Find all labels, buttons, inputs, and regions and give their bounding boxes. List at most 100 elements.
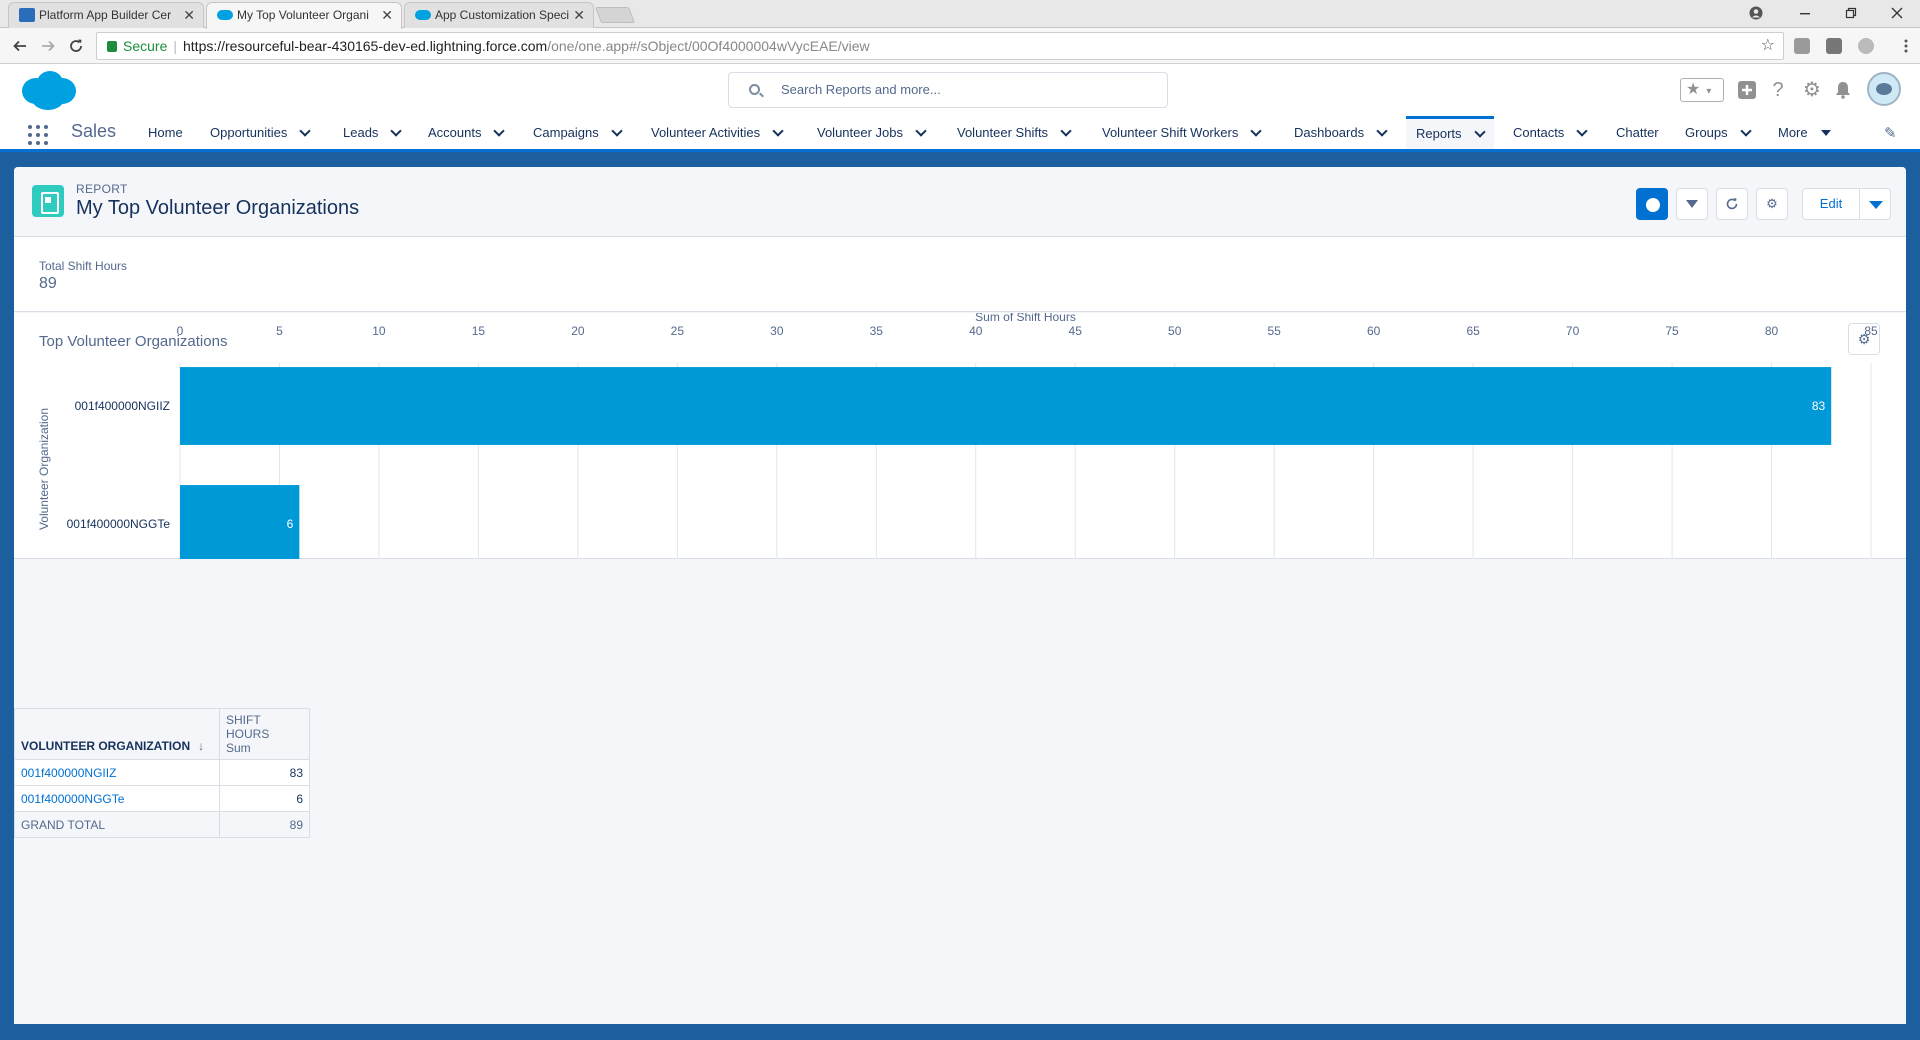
x-tick-label: 40 <box>969 324 983 338</box>
edit-button[interactable]: Edit <box>1802 188 1860 220</box>
x-tick-label: 5 <box>276 324 283 338</box>
nav-item-label: Contacts <box>1513 125 1565 140</box>
report-table: VOLUNTEER ORGANIZATION ↓ SHIFT HOURS Sum 0… <box>14 708 310 838</box>
x-tick-label: 30 <box>770 324 784 338</box>
restore-window-icon[interactable] <box>1828 0 1874 28</box>
chevron-down-icon[interactable] <box>390 125 403 137</box>
chevron-down-icon[interactable] <box>1576 125 1588 137</box>
setup-gear-icon[interactable]: ⚙ <box>1800 78 1824 102</box>
chevron-down-icon[interactable] <box>299 125 311 137</box>
reload-icon[interactable] <box>64 34 88 58</box>
nav-item-label: Chatter <box>1616 125 1659 140</box>
filter-button[interactable] <box>1676 188 1708 220</box>
chevron-down-icon[interactable] <box>611 125 623 137</box>
tab-title: My Top Volunteer Organi <box>237 8 369 22</box>
nav-item-contacts[interactable]: Contacts <box>1513 116 1588 149</box>
profile-icon[interactable] <box>1733 0 1779 28</box>
bookmark-star-icon[interactable]: ☆ <box>1761 33 1775 59</box>
nav-item-volunteer-shifts[interactable]: Volunteer Shifts <box>957 116 1072 149</box>
new-tab-button[interactable] <box>595 7 635 23</box>
notifications-bell-icon[interactable] <box>1831 78 1855 102</box>
browser-menu-icon[interactable] <box>1894 34 1918 58</box>
x-tick-label: 10 <box>372 324 386 338</box>
chart-bar <box>180 485 300 559</box>
chevron-down-icon[interactable] <box>1376 125 1388 137</box>
x-axis-label: Sum of Shift Hours <box>975 313 1076 324</box>
edit-menu-button[interactable] <box>1859 188 1891 220</box>
document-icon <box>19 8 35 22</box>
nav-item-dashboards[interactable]: Dashboards <box>1294 116 1388 149</box>
app-name: Sales <box>71 121 117 141</box>
x-tick-label: 85 <box>1864 324 1878 338</box>
global-create-icon[interactable] <box>1735 78 1759 102</box>
chevron-down-icon[interactable] <box>493 125 506 137</box>
report-icon <box>32 185 64 217</box>
x-tick-label: 35 <box>870 324 884 338</box>
nav-item-chatter[interactable]: Chatter <box>1616 116 1659 149</box>
edit-nav-pencil-icon[interactable]: ✎ <box>1884 124 1897 142</box>
global-search-input[interactable]: Search Reports and more... <box>728 72 1168 108</box>
nav-item-reports[interactable]: Reports <box>1406 116 1494 149</box>
nav-item-accounts[interactable]: Accounts <box>428 116 506 149</box>
nav-item-label: More <box>1778 125 1808 140</box>
organization-link[interactable]: 001f400000NGIIZ <box>14 759 220 786</box>
salesforce-cloud-icon <box>217 10 233 20</box>
search-placeholder: Search Reports and more... <box>781 82 941 97</box>
nav-item-label: Opportunities <box>210 125 288 140</box>
nav-item-more[interactable]: More <box>1778 116 1832 149</box>
app-launcher-icon[interactable] <box>28 125 48 145</box>
minimize-window-icon[interactable] <box>1782 0 1828 28</box>
nav-item-label: Accounts <box>428 125 482 140</box>
tab-title: App Customization Speci <box>435 8 569 22</box>
help-icon[interactable]: ? <box>1766 78 1790 102</box>
nav-item-volunteer-jobs[interactable]: Volunteer Jobs <box>817 116 927 149</box>
summary-label: Total Shift Hours <box>39 259 128 273</box>
address-bar[interactable]: Secure | https://resourceful-bear-430165-d… <box>96 32 1784 60</box>
chevron-down-icon[interactable] <box>1060 125 1072 137</box>
url-path: /one/one.app#/sObject/00Of4000004wVycEAE… <box>547 38 870 54</box>
close-tab-icon[interactable]: ✕ <box>183 3 195 27</box>
nav-item-groups[interactable]: Groups <box>1685 116 1752 149</box>
chevron-down-icon[interactable] <box>915 125 927 137</box>
salesforce-cloud-icon <box>415 10 431 20</box>
nav-item-volunteer-shift-workers[interactable]: Volunteer Shift Workers <box>1102 116 1262 149</box>
close-tab-icon[interactable]: ✕ <box>573 3 585 27</box>
chevron-down-icon[interactable] <box>1473 126 1486 138</box>
sort-arrow-icon[interactable]: ↓ <box>198 739 204 753</box>
nav-item-home[interactable]: Home <box>148 116 183 149</box>
x-tick-label: 80 <box>1765 324 1779 338</box>
salesforce-logo[interactable] <box>18 69 78 111</box>
close-window-icon[interactable] <box>1874 0 1920 28</box>
browser-tab-strip: Platform App Builder Cer ✕ My Top Volunt… <box>0 0 1920 29</box>
chevron-down-icon[interactable] <box>772 125 784 137</box>
column-header-volunteer-organization[interactable]: VOLUNTEER ORGANIZATION ↓ <box>14 708 220 760</box>
nav-item-volunteer-activities[interactable]: Volunteer Activities <box>651 116 784 149</box>
nav-item-leads[interactable]: Leads <box>343 116 403 149</box>
close-tab-icon[interactable]: ✕ <box>381 3 393 27</box>
extension-icon[interactable] <box>1826 38 1842 54</box>
user-avatar[interactable] <box>1867 72 1901 106</box>
chevron-down-icon[interactable] <box>1739 125 1752 137</box>
secure-label: Secure <box>123 38 168 54</box>
back-icon[interactable] <box>8 34 32 58</box>
nav-item-campaigns[interactable]: Campaigns <box>533 116 623 149</box>
bar-value-label: 83 <box>1812 399 1826 413</box>
chevron-down-icon[interactable] <box>1250 125 1262 137</box>
extension-icon[interactable] <box>1794 38 1810 54</box>
browser-tab-my-top-volunteer[interactable]: My Top Volunteer Organi ✕ <box>206 2 402 29</box>
column-header-shift-hours[interactable]: SHIFT HOURS Sum <box>219 708 310 760</box>
tab-title: Platform App Builder Cer <box>39 8 172 22</box>
filter-icon <box>1686 200 1698 208</box>
favorites-button[interactable]: ★ ▾ <box>1680 78 1724 102</box>
extension-icon[interactable] <box>1858 38 1874 54</box>
report-settings-button[interactable]: ⚙ <box>1756 188 1788 220</box>
refresh-button[interactable] <box>1716 188 1748 220</box>
nav-item-opportunities[interactable]: Opportunities <box>210 116 311 149</box>
gear-icon: ⚙ <box>1766 196 1778 211</box>
x-tick-label: 75 <box>1665 324 1679 338</box>
browser-tab-platform-app-builder[interactable]: Platform App Builder Cer ✕ <box>8 2 204 29</box>
forward-icon[interactable] <box>36 34 60 58</box>
browser-tab-app-customization[interactable]: App Customization Speci ✕ <box>404 2 594 29</box>
toggle-chart-button[interactable] <box>1636 188 1668 220</box>
organization-link[interactable]: 001f400000NGGTe <box>14 785 220 812</box>
